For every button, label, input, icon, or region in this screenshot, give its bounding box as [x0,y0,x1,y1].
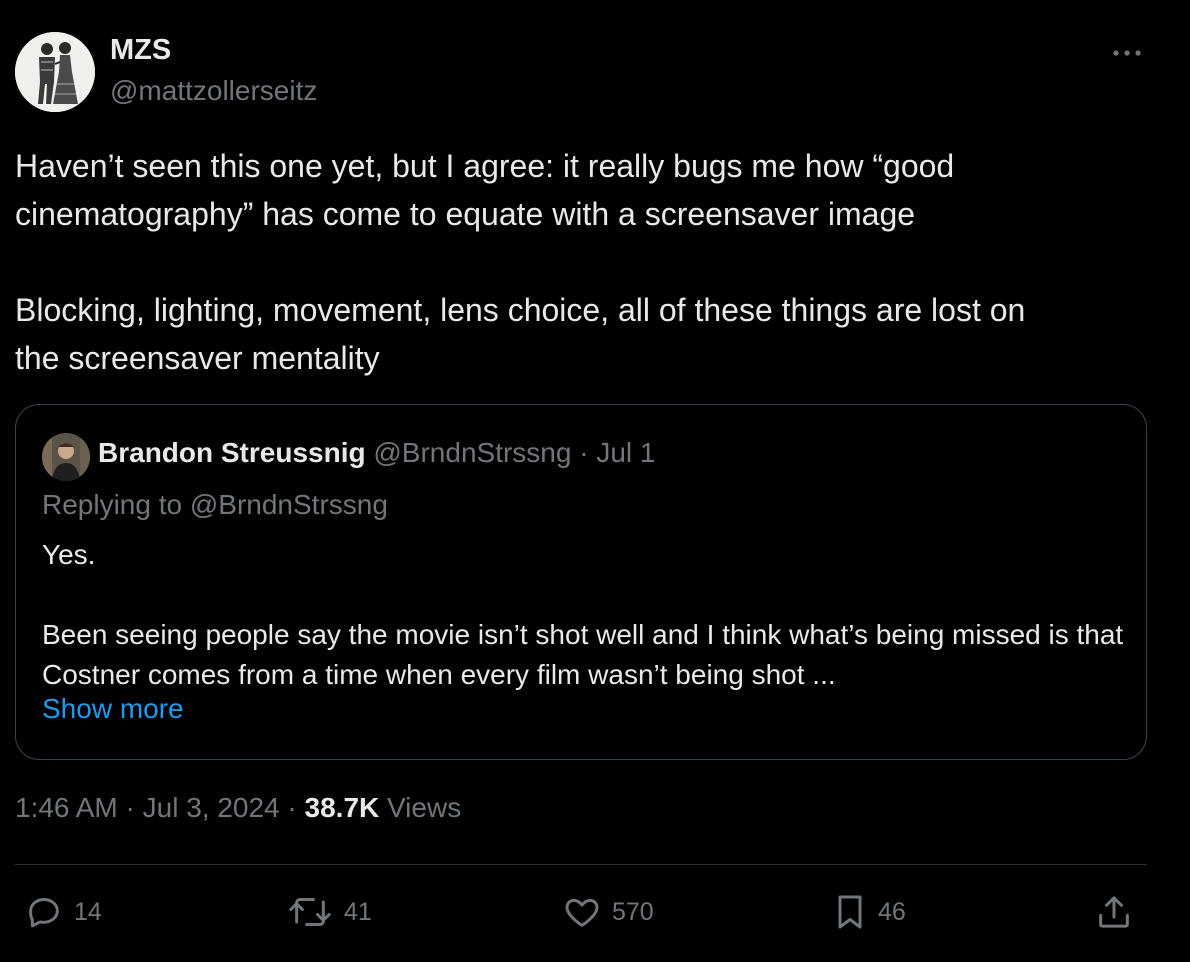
engraving-couple-image [15,32,95,112]
repost-count: 41 [344,897,372,926]
bookmark-icon [838,895,862,929]
quoted-paragraph: Yes. [42,539,96,570]
bookmark-count: 46 [878,897,906,926]
author-avatar[interactable] [15,32,95,112]
dot-separator: · [287,792,297,823]
repost-button[interactable]: 41 [286,890,372,934]
quoted-tweet[interactable]: Brandon Streussnig @BrndnStrssng · Jul 1… [15,404,1147,760]
tweet-date[interactable]: Jul 3, 2024 [143,792,280,823]
like-button[interactable]: 570 [562,890,654,934]
reply-count: 14 [74,897,102,926]
quoted-author-name[interactable]: Brandon Streussnig [98,437,366,468]
share-button[interactable] [1094,890,1134,934]
tweet-paragraph: Blocking, lighting, movement, lens choic… [15,292,1026,376]
heart-icon [565,898,599,927]
tweet-text: Haven’t seen this one yet, but I agree: … [15,142,1165,382]
repost-icon [289,898,331,926]
tweet-meta: 1:46 AM · Jul 3, 2024 · 38.7K Views [15,792,461,824]
tweet-time[interactable]: 1:46 AM [15,792,118,823]
quoted-date[interactable]: Jul 1 [596,437,655,468]
tweet-paragraph: Haven’t seen this one yet, but I agree: … [15,148,955,232]
replying-to: Replying to @BrndnStrssng [42,489,388,520]
author-handle[interactable]: @mattzollerseitz [110,75,317,107]
author-name[interactable]: MZS [110,34,171,67]
reply-button[interactable]: 14 [24,890,102,934]
quoted-text: Yes. Been seeing people say the movie is… [42,535,1132,695]
more-horizontal-icon[interactable] [1108,38,1148,68]
like-count: 570 [612,897,654,926]
share-icon [1099,896,1129,928]
quoted-author-handle[interactable]: @BrndnStrssng [373,437,571,468]
reply-icon [29,898,59,928]
dot-separator: · [125,792,135,823]
views-count[interactable]: 38.7K [305,792,380,823]
bookmark-button[interactable]: 46 [832,890,906,934]
dot-separator: · [579,437,589,468]
show-more-link[interactable]: Show more [42,693,184,725]
views-label: Views [387,792,462,823]
quoted-author-avatar[interactable] [42,433,90,481]
divider [15,864,1147,865]
quoted-header: Brandon Streussnig @BrndnStrssng · Jul 1 [98,437,656,469]
quoted-paragraph: Been seeing people say the movie isn’t s… [42,619,1124,690]
tweet: MZS @mattzollerseitz Haven’t seen this o… [0,0,1190,962]
